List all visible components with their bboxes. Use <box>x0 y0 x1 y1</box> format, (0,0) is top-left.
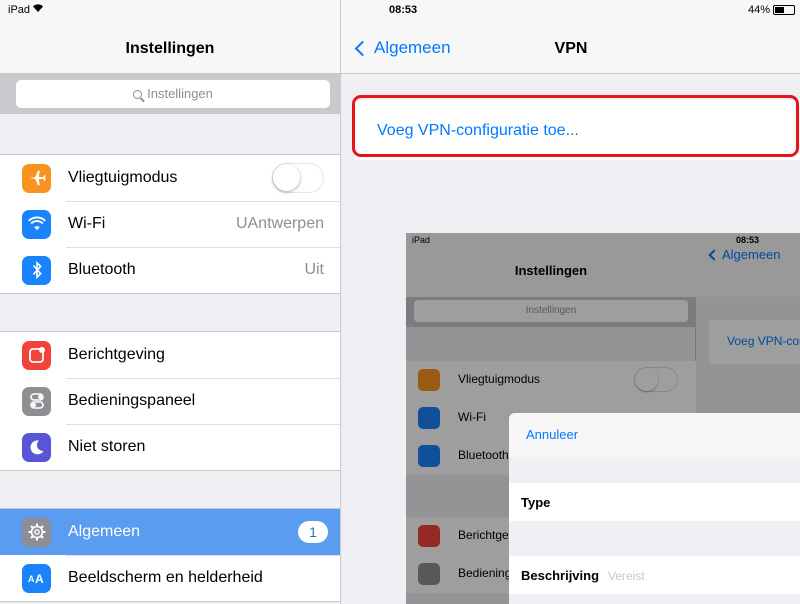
settings-group-general: Algemeen 1 AA Beeldscherm en helderheid <box>0 508 340 602</box>
sidebar-item-berichtgeving[interactable]: Berichtgeving <box>0 332 340 378</box>
search-icon <box>133 90 143 99</box>
status-bar-left: iPad <box>0 0 340 22</box>
gear-icon <box>22 517 51 547</box>
sidebar-item-beeldscherm[interactable]: AA Beeldscherm en helderheid <box>0 555 340 601</box>
battery-percent: 44% <box>747 4 770 16</box>
embedded-vpn-modal: Annuleer Type Beschrijving Vereist <box>509 413 800 604</box>
settings-group-notifications: Berichtgeving Bedieningspaneel Niet stor… <box>0 331 340 471</box>
wifi-network-value: UAntwerpen <box>235 215 324 232</box>
battery-indicator: 44% <box>748 4 795 16</box>
airplane-mode-toggle[interactable] <box>272 163 324 193</box>
svg-text:A: A <box>35 572 44 584</box>
bluetooth-status-value: Uit <box>304 261 324 278</box>
modal-description-row: Beschrijving Vereist <box>509 556 800 594</box>
settings-sidebar: iPad Instellingen Instellingen Vliegtuig… <box>0 0 340 604</box>
notifications-icon <box>22 340 51 370</box>
wifi-status-icon <box>32 3 44 16</box>
status-time: 08:53 <box>389 4 418 16</box>
sidebar-item-label: Beeldscherm en helderheid <box>68 569 263 586</box>
search-placeholder: Instellingen <box>147 86 213 101</box>
highlight-annotation <box>352 95 799 157</box>
sidebar-item-niet-storen[interactable]: Niet storen <box>0 424 340 470</box>
carrier-label: iPad <box>8 4 31 16</box>
detail-navbar: Algemeen VPN <box>341 22 800 74</box>
settings-group-connectivity: Vliegtuigmodus Wi-Fi UAntwerpen Bluetoot… <box>0 154 340 294</box>
sidebar-item-label: Niet storen <box>68 438 146 455</box>
vpn-detail-pane: 08:53 44% Algemeen VPN Voeg VPN-configur… <box>340 0 800 604</box>
control-center-icon <box>22 386 51 416</box>
sidebar-item-label: Bedieningspaneel <box>68 392 196 409</box>
wifi-icon <box>22 209 51 239</box>
sidebar-navbar: Instellingen <box>0 22 340 74</box>
battery-icon <box>773 5 795 15</box>
sidebar-item-label: Bluetooth <box>68 261 136 278</box>
search-input[interactable]: Instellingen <box>16 80 330 108</box>
detail-title: VPN <box>554 40 588 57</box>
sidebar-item-vliegtuigmodus[interactable]: Vliegtuigmodus <box>0 155 340 201</box>
description-placeholder: Vereist <box>608 569 645 583</box>
status-bar-right: 08:53 44% <box>341 0 800 22</box>
sidebar-item-label: Vliegtuigmodus <box>68 169 178 186</box>
type-label: Type <box>521 495 551 510</box>
cancel-button: Annuleer <box>526 427 579 442</box>
sidebar-item-wifi[interactable]: Wi-Fi UAntwerpen <box>0 201 340 247</box>
display-brightness-icon: AA <box>22 563 51 593</box>
svg-text:A: A <box>28 574 35 584</box>
sidebar-item-label: Berichtgeving <box>68 346 165 363</box>
search-bar: Instellingen <box>0 74 340 114</box>
sidebar-item-label: Wi-Fi <box>68 215 106 232</box>
modal-header: Annuleer <box>509 413 800 457</box>
embedded-screenshot: iPad 08:53 Instellingen Algemeen Instell… <box>406 233 800 604</box>
page-title: Instellingen <box>125 40 215 57</box>
modal-type-row: Type <box>509 483 800 521</box>
sidebar-item-label: Algemeen <box>68 523 141 540</box>
description-label: Beschrijving <box>521 568 600 583</box>
sidebar-item-bluetooth[interactable]: Bluetooth Uit <box>0 247 340 293</box>
sidebar-item-bedieningspaneel[interactable]: Bedieningspaneel <box>0 378 340 424</box>
moon-icon <box>22 432 51 462</box>
update-badge: 1 <box>298 521 328 543</box>
airplane-icon <box>22 163 51 193</box>
sidebar-item-algemeen[interactable]: Algemeen 1 <box>0 509 340 555</box>
bluetooth-icon <box>22 255 51 285</box>
